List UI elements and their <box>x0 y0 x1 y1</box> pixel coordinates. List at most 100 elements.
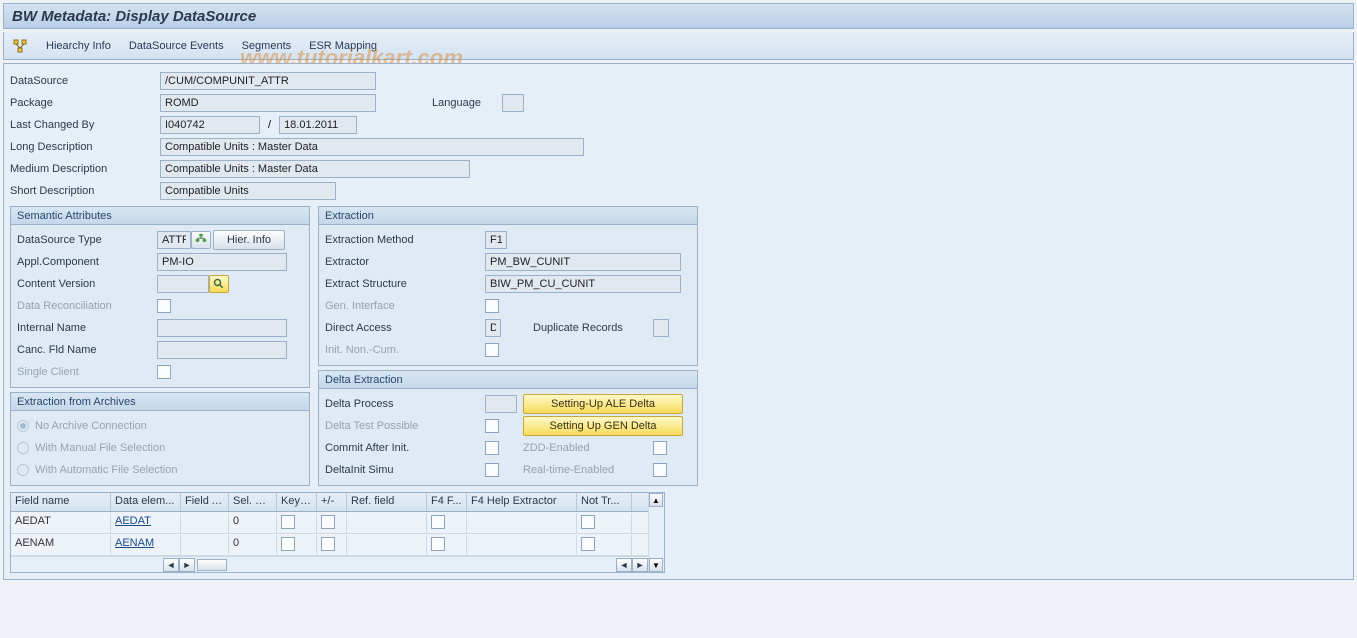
field-extractor[interactable] <box>485 253 681 271</box>
field-lastchanged-user[interactable] <box>160 116 260 134</box>
field-lastchanged-date[interactable] <box>279 116 357 134</box>
field-ds-type[interactable] <box>157 231 191 249</box>
table-col-header[interactable]: Data elem... <box>111 493 181 511</box>
field-package[interactable] <box>160 94 376 112</box>
label-data-reconciliation: Data Reconciliation <box>17 300 157 312</box>
label-lastchangedby: Last Changed By <box>10 119 160 131</box>
scroll-right2-icon[interactable]: ► <box>632 558 648 572</box>
radio-manual-file <box>17 442 29 454</box>
label-appl-comp: Appl.Component <box>17 256 157 268</box>
checkbox-gen-interface[interactable] <box>485 299 499 313</box>
field-appl-comp[interactable] <box>157 253 287 271</box>
hier-info-button[interactable]: Hier. Info <box>213 230 285 250</box>
field-internal-name[interactable] <box>157 319 287 337</box>
table-row[interactable]: AENAMAENAM0 <box>11 534 648 556</box>
table-row[interactable]: AEDATAEDAT0 <box>11 512 648 534</box>
table-cell <box>577 513 632 533</box>
table-header: Field nameData elem...Field A...Sel. O..… <box>11 493 648 512</box>
label-extractor: Extractor <box>325 256 485 268</box>
app-toolbar: Hiearchy Info DataSource Events Segments… <box>3 32 1354 60</box>
radio-auto-file <box>17 464 29 476</box>
checkbox-data-reconciliation[interactable] <box>157 299 171 313</box>
panel-head-extraction: Extraction <box>319 207 697 225</box>
scroll-up-icon[interactable]: ▲ <box>649 493 663 507</box>
main-content: DataSource Package Language Last Changed… <box>3 63 1354 580</box>
toolbar-esr-mapping[interactable]: ESR Mapping <box>309 40 377 52</box>
label-longdesc: Long Description <box>10 141 160 153</box>
radio-label-no-archive: No Archive Connection <box>35 420 147 432</box>
label-commit-after-init: Commit After Init. <box>325 442 485 454</box>
table-cell: AENAM <box>11 535 111 555</box>
field-duplicate-records[interactable] <box>653 319 669 337</box>
label-delta-test: Delta Test Possible <box>325 420 485 432</box>
button-setup-ale-delta[interactable]: Setting-Up ALE Delta <box>523 394 683 414</box>
panel-semantic-attributes: Semantic Attributes DataSource Type Hier… <box>10 206 310 388</box>
hierarchy-icon[interactable] <box>12 38 28 54</box>
label-internal-name: Internal Name <box>17 322 157 334</box>
checkbox-deltainit-simu[interactable] <box>485 463 499 477</box>
table-cell: AEDAT <box>11 513 111 533</box>
table-col-header[interactable]: Sel. O... <box>229 493 277 511</box>
table-cell <box>467 513 577 533</box>
scroll-left-icon[interactable]: ◄ <box>163 558 179 572</box>
field-language[interactable] <box>502 94 524 112</box>
table-col-header[interactable]: F4 Help Extractor <box>467 493 577 511</box>
label-canc-fld: Canc. Fld Name <box>17 344 157 356</box>
label-direct-access: Direct Access <box>325 322 485 334</box>
button-setup-gen-delta[interactable]: Setting Up GEN Delta <box>523 416 683 436</box>
table-col-header[interactable]: F4 F... <box>427 493 467 511</box>
table-cell <box>317 535 347 555</box>
scroll-left2-icon[interactable]: ◄ <box>616 558 632 572</box>
field-content-version[interactable] <box>157 275 209 293</box>
label-deltainit-simu: DeltaInit Simu <box>325 464 485 476</box>
label-extr-method: Extraction Method <box>325 234 485 246</box>
scroll-thumb[interactable] <box>197 559 227 571</box>
label-shortdesc: Short Description <box>10 185 160 197</box>
window-title: BW Metadata: Display DataSource <box>3 3 1354 29</box>
panel-head-archives: Extraction from Archives <box>11 393 309 411</box>
field-extr-method[interactable] <box>485 231 507 249</box>
label-gen-interface: Gen. Interface <box>325 300 485 312</box>
table-col-header[interactable]: Field name <box>11 493 111 511</box>
table-cell <box>181 535 229 555</box>
checkbox-commit-after-init[interactable] <box>485 441 499 455</box>
checkbox-delta-test[interactable] <box>485 419 499 433</box>
toolbar-segments[interactable]: Segments <box>242 40 292 52</box>
field-delta-process[interactable] <box>485 395 517 413</box>
checkbox-zdd-enabled[interactable] <box>653 441 667 455</box>
search-help-icon[interactable] <box>209 275 229 293</box>
scroll-down-icon[interactable]: ▼ <box>649 558 663 572</box>
field-canc-fld[interactable] <box>157 341 287 359</box>
hierarchy-tree-icon[interactable] <box>191 231 211 249</box>
field-direct-access[interactable] <box>485 319 501 337</box>
field-shortdesc[interactable] <box>160 182 336 200</box>
scroll-right-icon[interactable]: ► <box>179 558 195 572</box>
checkbox-realtime-enabled[interactable] <box>653 463 667 477</box>
checkbox-init-noncum[interactable] <box>485 343 499 357</box>
table-col-header[interactable]: Key ... <box>277 493 317 511</box>
table-col-header[interactable]: Ref. field <box>347 493 427 511</box>
panel-delta-extraction: Delta Extraction Delta Process Setting-U… <box>318 370 698 486</box>
table-cell <box>277 513 317 533</box>
table-hscroll[interactable]: ◄ ► ◄ ► <box>11 556 648 572</box>
field-extract-struct[interactable] <box>485 275 681 293</box>
table-col-header[interactable]: Field A... <box>181 493 229 511</box>
table-cell <box>427 513 467 533</box>
table-vscroll[interactable]: ▲ ▼ <box>648 493 664 572</box>
toolbar-hierarchy-info[interactable]: Hiearchy Info <box>46 40 111 52</box>
table-cell <box>347 535 427 555</box>
label-extract-struct: Extract Structure <box>325 278 485 290</box>
table-cell <box>347 513 427 533</box>
toolbar-datasource-events[interactable]: DataSource Events <box>129 40 224 52</box>
field-meddesc[interactable] <box>160 160 470 178</box>
table-col-header[interactable]: +/- <box>317 493 347 511</box>
radio-label-manual-file: With Manual File Selection <box>35 442 165 454</box>
table-col-header[interactable]: Not Tr... <box>577 493 632 511</box>
field-datasource[interactable] <box>160 72 376 90</box>
slash-separator: / <box>260 119 279 131</box>
panel-extraction-archives: Extraction from Archives No Archive Conn… <box>10 392 310 486</box>
label-delta-process: Delta Process <box>325 398 485 410</box>
checkbox-single-client[interactable] <box>157 365 171 379</box>
panel-extraction: Extraction Extraction Method Extractor E… <box>318 206 698 366</box>
field-longdesc[interactable] <box>160 138 584 156</box>
